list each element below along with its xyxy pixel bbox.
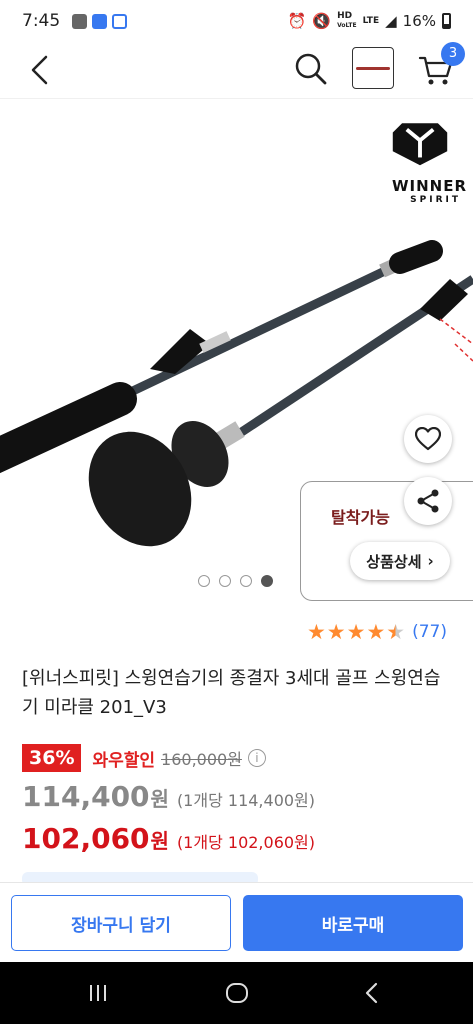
wow-price-per-unit: (1개당 102,060원) — [176, 833, 316, 852]
mute-icon: 🔇 — [312, 12, 332, 30]
status-bar: 7:45 ⏰ 🔇 HD VoLTE LTE ◢ 16% — [0, 0, 473, 42]
carousel-dot-active[interactable] — [261, 575, 273, 587]
detachable-label: 탈착가능 — [331, 508, 390, 527]
cart-count-badge: 3 — [441, 42, 465, 66]
product-image-carousel[interactable]: WINNER SPIRIT 탈착가능 상품상세 › — [0, 98, 473, 606]
star-icon: ★ — [346, 620, 366, 644]
hd-indicator: HD VoLTE — [337, 11, 357, 30]
wow-discount-label: 와우할인 — [92, 750, 156, 771]
app-bar: 3 — [0, 42, 473, 98]
heart-icon — [415, 427, 441, 451]
sale-price-currency: 원 — [150, 787, 169, 811]
status-indicators: ⏰ 🔇 HD VoLTE LTE ◢ 16% — [288, 12, 451, 30]
star-icon: ★ — [366, 620, 386, 644]
system-navigation-bar — [0, 962, 473, 1024]
carousel-dot[interactable] — [219, 575, 231, 587]
buy-now-button[interactable]: 바로구매 — [243, 895, 463, 951]
product-thumbnail-button[interactable] — [352, 47, 394, 89]
wow-price: 102,060 — [22, 822, 150, 855]
discount-row: 36% 와우할인 160,000원 i — [22, 744, 266, 772]
sale-price-row: 114,400 원 (1개당 114,400원) — [22, 780, 315, 813]
bottom-action-bar: 장바구니 담기 바로구매 — [0, 882, 473, 962]
signal-icon: ◢ — [385, 12, 397, 30]
chevron-right-icon: › — [427, 552, 434, 570]
lte-indicator: LTE — [362, 15, 380, 26]
add-to-cart-button[interactable]: 장바구니 담기 — [11, 895, 231, 951]
back-nav-icon[interactable] — [358, 979, 386, 1007]
screen-notification-icon — [112, 13, 128, 29]
product-detail-label: 상품상세 — [366, 552, 422, 571]
star-half-icon: ★ — [386, 620, 406, 644]
wow-price-row: 102,060 원 (1개당 102,060원) — [22, 822, 315, 855]
product-detail-button[interactable]: 상품상세 › — [350, 542, 450, 580]
battery-percent: 16% — [402, 12, 436, 30]
star-icon: ★ — [326, 620, 346, 644]
back-arrow-icon[interactable] — [24, 52, 60, 88]
share-icon — [417, 489, 439, 513]
carousel-dot[interactable] — [198, 575, 210, 587]
info-icon[interactable]: i — [247, 749, 266, 767]
sale-price-per-unit: (1개당 114,400원) — [176, 791, 316, 810]
search-icon[interactable] — [292, 50, 330, 88]
sale-price: 114,400 — [22, 780, 150, 813]
status-time: 7:45 — [22, 11, 61, 31]
wow-price-currency: 원 — [150, 829, 169, 853]
app-notification-icon — [92, 13, 108, 29]
product-title: [위너스피릿] 스윙연습기의 종결자 3세대 골프 스윙연습기 미라클 201_… — [22, 668, 441, 718]
carousel-indicator — [198, 575, 273, 587]
brand-name: WINNER — [391, 177, 467, 195]
battery-icon — [442, 13, 451, 29]
discount-rate-badge: 36% — [22, 744, 82, 772]
brand-sub: SPIRIT — [410, 195, 461, 205]
star-icon: ★ — [306, 620, 326, 644]
like-button[interactable] — [404, 415, 452, 463]
home-icon[interactable] — [223, 979, 251, 1007]
product-rating[interactable]: ★ ★ ★ ★ ★ (77) — [307, 620, 447, 644]
original-price: 160,000원 — [161, 750, 242, 769]
review-count[interactable]: (77) — [412, 622, 447, 642]
carousel-dot[interactable] — [240, 575, 252, 587]
gallery-notification-icon — [72, 13, 88, 29]
recent-apps-icon[interactable] — [84, 979, 112, 1007]
alarm-icon: ⏰ — [287, 12, 307, 30]
share-button[interactable] — [404, 477, 452, 525]
